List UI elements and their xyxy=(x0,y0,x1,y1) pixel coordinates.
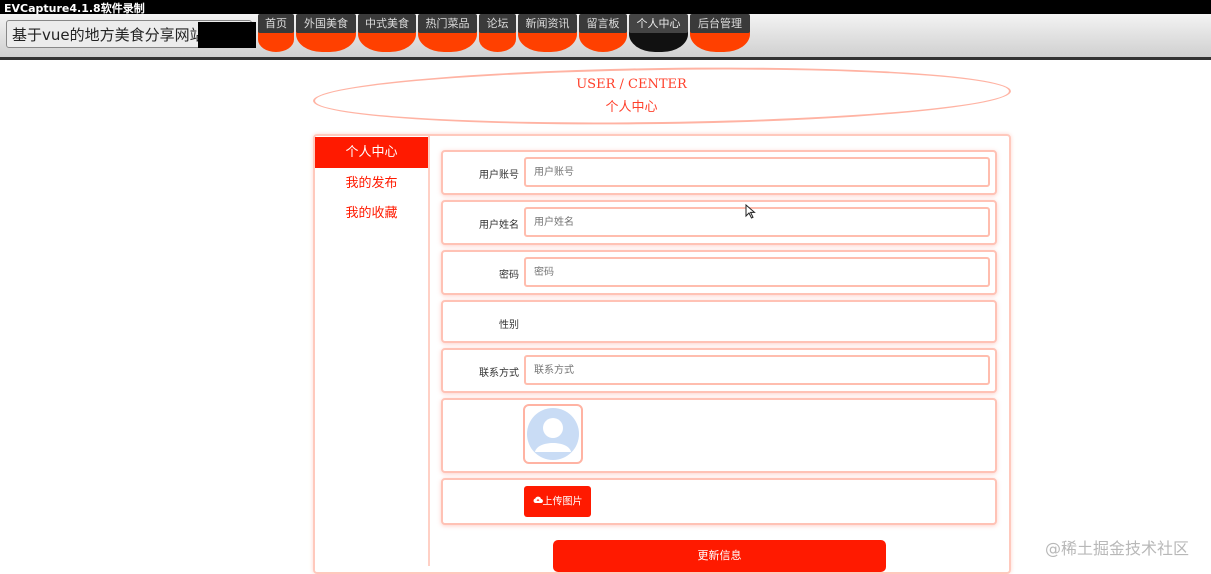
nav-item-1[interactable]: 外国美食 xyxy=(296,14,356,54)
nav-item-3[interactable]: 热门菜品 xyxy=(418,14,477,54)
sidebar-divider xyxy=(428,136,430,566)
nav-item-label: 个人中心 xyxy=(629,14,688,33)
upload-image-button[interactable]: 上传图片 xyxy=(524,486,591,517)
avatar[interactable] xyxy=(523,404,583,464)
nav-item-label: 热门菜品 xyxy=(418,14,477,33)
username-row: 用户账号 xyxy=(441,150,997,195)
banner-title-en: USER / CENTER xyxy=(576,77,687,92)
avatar-placeholder-icon xyxy=(527,408,579,460)
main-nav: 首页 外国美食 中式美食 热门菜品 论坛 新闻资讯 留言板 个人中心 后台管理 xyxy=(258,14,752,58)
nav-item-8[interactable]: 后台管理 xyxy=(690,14,750,54)
watermark: @稀土掘金技术社区 xyxy=(1045,539,1190,558)
nav-item-2[interactable]: 中式美食 xyxy=(358,14,416,54)
gender-row: 性别 xyxy=(441,300,997,343)
sidebar-item-my-favorites[interactable]: 我的收藏 xyxy=(315,201,428,227)
nav-item-7[interactable]: 个人中心 xyxy=(629,14,688,54)
nav-item-5[interactable]: 新闻资讯 xyxy=(518,14,577,54)
contact-input[interactable] xyxy=(524,355,990,385)
nav-item-label: 后台管理 xyxy=(690,14,750,33)
nav-item-4[interactable]: 论坛 xyxy=(479,14,516,54)
banner-title-cn: 个人中心 xyxy=(605,100,658,115)
username-input[interactable] xyxy=(524,157,990,187)
sidebar-item-my-posts[interactable]: 我的发布 xyxy=(315,171,428,197)
nav-item-6[interactable]: 留言板 xyxy=(579,14,627,54)
name-input[interactable] xyxy=(524,207,990,237)
upload-cloud-icon xyxy=(533,486,543,517)
update-info-button[interactable]: 更新信息 xyxy=(553,540,886,572)
sidebar-item-user-center[interactable]: 个人中心 xyxy=(315,137,428,168)
username-label: 用户账号 xyxy=(479,170,519,181)
password-row: 密码 xyxy=(441,250,997,295)
password-label: 密码 xyxy=(499,270,519,281)
name-row: 用户姓名 xyxy=(441,200,997,245)
nav-item-0[interactable]: 首页 xyxy=(258,14,294,54)
header-black-box xyxy=(198,22,256,48)
nav-item-label: 论坛 xyxy=(479,14,516,33)
nav-item-label: 新闻资讯 xyxy=(518,14,577,33)
mouse-cursor-icon xyxy=(745,204,756,219)
name-label: 用户姓名 xyxy=(479,220,519,231)
contact-row: 联系方式 xyxy=(441,348,997,393)
site-title: 基于vue的地方美食分享网站 xyxy=(12,26,205,44)
recorder-bar xyxy=(0,0,1211,14)
upload-image-label: 上传图片 xyxy=(542,496,583,508)
nav-item-label: 留言板 xyxy=(579,14,627,33)
gender-label: 性别 xyxy=(499,320,519,331)
password-input[interactable] xyxy=(524,257,990,287)
nav-item-label: 中式美食 xyxy=(358,14,416,33)
nav-item-label: 外国美食 xyxy=(296,14,356,33)
nav-item-label: 首页 xyxy=(258,14,294,33)
contact-label: 联系方式 xyxy=(479,368,519,379)
